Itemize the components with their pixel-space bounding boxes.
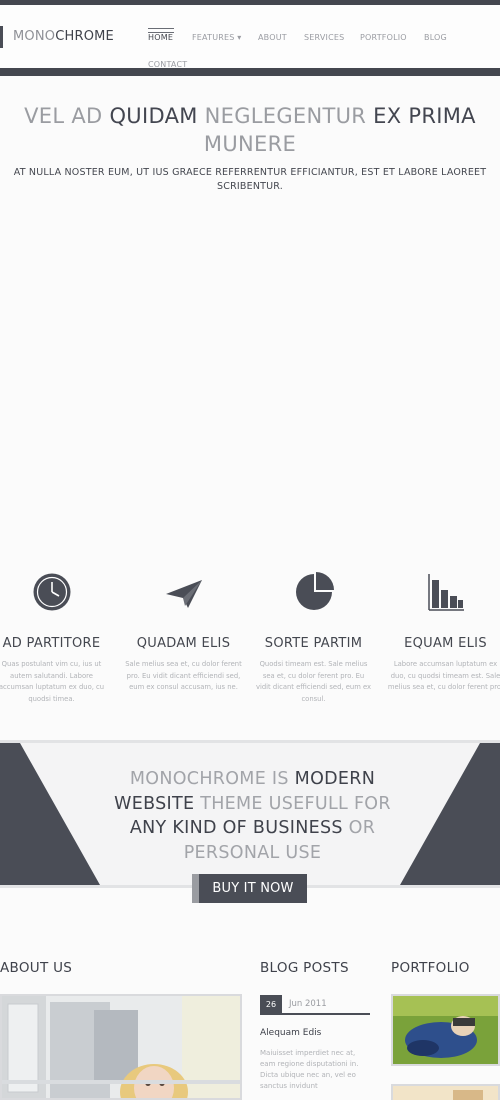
hero-title-part: VEL AD xyxy=(24,104,110,128)
feature-sorte-partim: SORTE PARTIM Quodsi timeam est. Sale mel… xyxy=(251,572,376,705)
feature-text: Quodsi timeam est. Sale melius sea et, c… xyxy=(255,660,372,703)
portfolio-heading: PORTFOLIO xyxy=(391,960,470,976)
about-us-heading: ABOUT US xyxy=(0,960,73,976)
promo-text-part: THEME USEFULL FOR xyxy=(194,793,391,814)
hero-title-part: EX PRIMA xyxy=(373,104,476,128)
promo-banner: MONOCHROME IS MODERN WEBSITE THEME USEFUL… xyxy=(0,740,500,888)
logo-dark-part: CHROME xyxy=(55,29,114,44)
post-date-rule xyxy=(282,1013,370,1015)
nav-portfolio[interactable]: PORTFOLIO xyxy=(360,33,407,42)
site-logo[interactable]: MONOCHROME xyxy=(0,26,114,48)
portfolio-item[interactable] xyxy=(391,994,500,1066)
feature-text: Labore accumsan luptatum ex duo, cu quod… xyxy=(387,660,500,691)
hero-title-part: MUNERE xyxy=(203,132,297,156)
nav-blog[interactable]: BLOG xyxy=(424,33,447,42)
feature-text: Sale melius sea et, cu dolor ferent pro.… xyxy=(125,660,242,691)
site-header: MONOCHROME HOME FEATURES ▾ ABOUT SERVICE… xyxy=(0,5,500,69)
post-day: 26 xyxy=(260,995,282,1015)
about-us-image xyxy=(0,994,242,1100)
buy-it-now-button[interactable]: BUY IT NOW xyxy=(192,874,307,903)
logo-light-part: MONO xyxy=(13,29,56,44)
blog-post-date: 26 Jun 2011 xyxy=(260,995,370,1015)
pie-chart-icon xyxy=(295,572,334,610)
promo-text-part: MONOCHROME IS xyxy=(129,769,295,789)
bar-chart-icon xyxy=(427,574,464,611)
feature-ad-partitore: AD PARTITORE Quas postulant vim cu, ius … xyxy=(0,572,114,705)
portfolio-thumbnail xyxy=(393,1086,498,1100)
header-stripe xyxy=(0,68,500,76)
promo-text-part: MODERN xyxy=(294,769,376,789)
blog-post-excerpt: Maiuisset imperdiet nec at, eam regione … xyxy=(260,1049,359,1090)
nav-features[interactable]: FEATURES ▾ xyxy=(192,33,242,42)
hero-title-part: QUIDAM xyxy=(109,104,198,128)
promo-text-part: ANY KIND OF BUSINESS xyxy=(129,818,343,838)
portfolio-item[interactable] xyxy=(391,1084,500,1100)
hero-subtitle: AT NULLA NOSTER EUM, UT IUS GRAECE REFER… xyxy=(13,167,487,192)
hero-title: VEL AD QUIDAM NEGLEGENTUR EX PRIMA MUNERE xyxy=(0,102,500,158)
feature-title: AD PARTITORE xyxy=(2,636,101,651)
promo-text: MONOCHROME IS MODERN WEBSITE THEME USEFUL… xyxy=(90,767,415,865)
promo-text-part: WEBSITE xyxy=(114,793,195,814)
hero-title-part: NEGLEGENTUR xyxy=(197,104,374,128)
feature-text: Quas postulant vim cu, ius ut autem salu… xyxy=(0,660,105,703)
feature-quadam-elis: QUADAM ELIS Sale melius sea et, cu dolor… xyxy=(121,572,246,694)
nav-home[interactable]: HOME xyxy=(148,28,175,42)
about-photo xyxy=(2,996,240,1098)
clock-icon xyxy=(33,573,70,611)
feature-title: EQUAM ELIS xyxy=(404,636,487,651)
post-month: Jun 2011 xyxy=(289,999,327,1009)
portfolio-thumbnail xyxy=(393,996,498,1064)
blog-post-title[interactable]: Alequam Edis xyxy=(260,1028,321,1038)
paper-plane-icon xyxy=(165,580,202,608)
blog-posts-heading: BLOG POSTS xyxy=(260,960,349,976)
feature-equam-elis: EQUAM ELIS Labore accumsan luptatum ex d… xyxy=(383,572,500,694)
feature-title: QUADAM ELIS xyxy=(136,636,231,651)
feature-title: SORTE PARTIM xyxy=(264,636,363,651)
nav-services[interactable]: SERVICES xyxy=(304,33,344,42)
nav-about[interactable]: ABOUT xyxy=(258,33,287,42)
